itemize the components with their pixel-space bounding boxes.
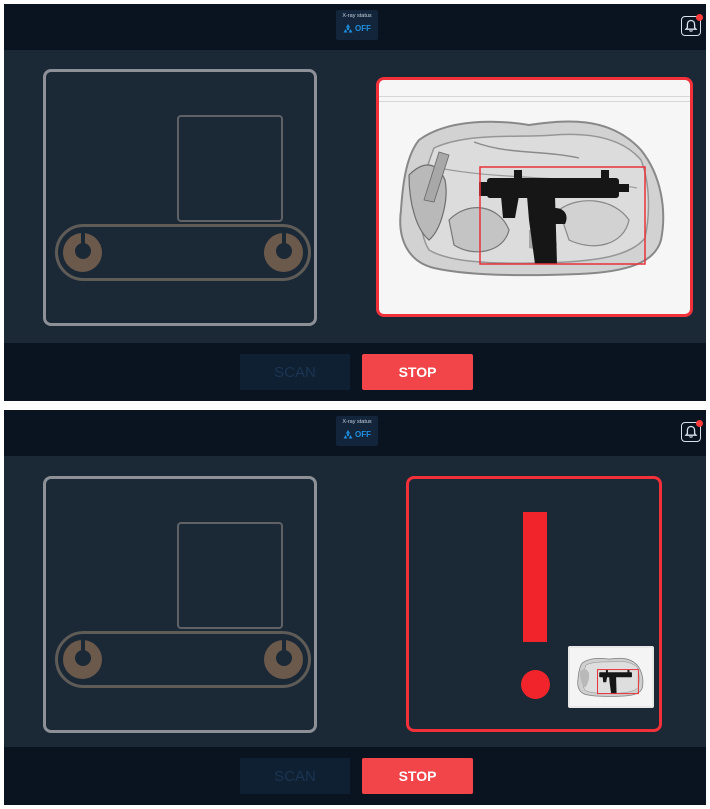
conveyor-roller-left <box>63 233 102 272</box>
scan-chamber <box>177 115 283 222</box>
radiation-icon <box>343 430 353 439</box>
scanner-machine-diagram <box>43 69 317 326</box>
xray-status: X-ray status OFF <box>336 10 378 40</box>
xray-status-value: OFF <box>355 430 371 439</box>
xray-image-panel <box>376 77 693 317</box>
xray-status-label: X-ray status <box>342 419 372 425</box>
bottom-bar: SCAN STOP <box>4 343 706 401</box>
top-bar: X-ray status OFF <box>4 4 706 50</box>
bell-icon <box>684 19 698 32</box>
notification-button[interactable] <box>681 420 703 442</box>
xray-bag-image <box>399 120 665 277</box>
threat-alert-panel <box>406 476 662 732</box>
bottom-bar: SCAN STOP <box>4 747 706 805</box>
conveyor-belt <box>55 631 311 688</box>
scan-chamber <box>177 522 283 629</box>
scanner-machine-diagram <box>43 476 317 733</box>
xray-status: X-ray status OFF <box>336 416 378 446</box>
xray-bag-thumbnail-image <box>577 657 644 697</box>
notification-button[interactable] <box>681 14 703 36</box>
conveyor-belt <box>55 224 311 281</box>
conveyor-roller-right <box>264 233 303 272</box>
stop-button[interactable]: STOP <box>362 758 473 794</box>
stop-button[interactable]: STOP <box>362 354 473 390</box>
xray-status-label: X-ray status <box>342 13 372 19</box>
conveyor-roller-right <box>264 640 303 679</box>
top-bar: X-ray status OFF <box>4 410 706 456</box>
notification-badge <box>696 420 703 427</box>
scan-button[interactable]: SCAN <box>240 354 350 390</box>
notification-badge <box>696 14 703 21</box>
bell-icon <box>684 425 698 438</box>
xray-status-value: OFF <box>355 24 371 33</box>
xray-thumbnail[interactable] <box>568 646 654 708</box>
scanner-screen-xray: X-ray status OFF SCAN STOP <box>4 4 706 401</box>
radiation-icon <box>343 24 353 33</box>
conveyor-roller-left <box>63 640 102 679</box>
scanner-screen-alert: X-ray status OFF SCAN STOP <box>4 410 706 805</box>
scan-button[interactable]: SCAN <box>240 758 350 794</box>
